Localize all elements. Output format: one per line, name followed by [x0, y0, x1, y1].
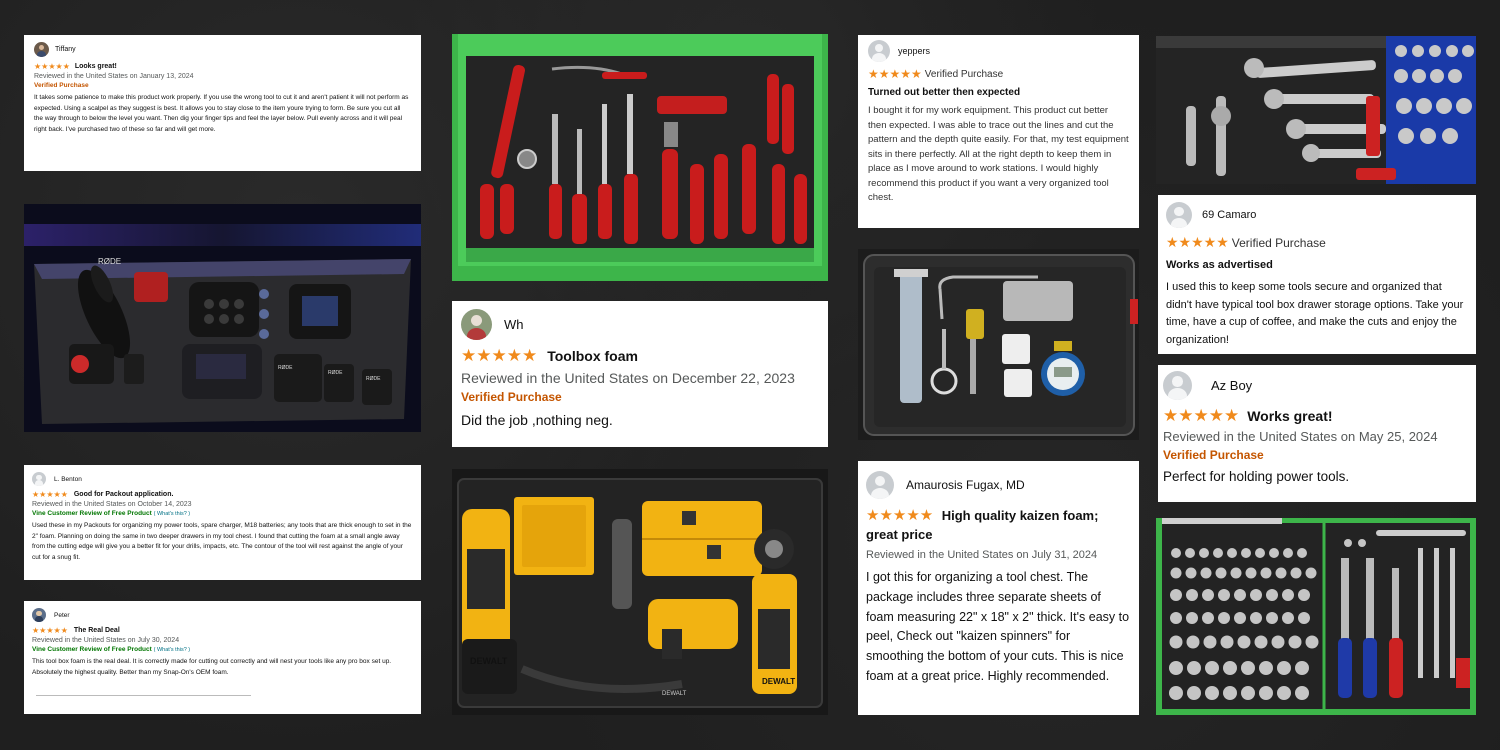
review-title[interactable]: Works great!	[1247, 408, 1332, 424]
review-card-peter: Peter ★★★★★ The Real Deal Reviewed in th…	[24, 601, 421, 714]
avatar[interactable]	[461, 309, 492, 340]
review-date: Reviewed in the United States on July 31…	[866, 549, 1098, 561]
divider	[36, 695, 251, 696]
review-card-benton: L. Benton ★★★★★ Good for Packout applica…	[24, 465, 421, 580]
rode-drawer-image: RØDE RØDE RØDE RØDE	[24, 204, 421, 432]
photo-power-tools-case: DEWALT DEWALT DEWALT	[452, 469, 828, 715]
verified-badge: Verified Purchase	[924, 68, 1004, 80]
review-title[interactable]: Good for Packout application.	[74, 491, 174, 498]
review-body: It takes some patience to make this prod…	[34, 94, 409, 133]
rode-label-2: RØDE	[278, 365, 293, 371]
review-card-yeppers: yeppers ★★★★★ Verified Purchase Turned o…	[858, 35, 1139, 228]
review-card-tiffany: Tiffany ★★★★★ Looks great! Reviewed in t…	[24, 35, 421, 171]
review-date: Reviewed in the United States on July 30…	[32, 637, 180, 644]
rating-stars: ★★★★★	[461, 346, 538, 365]
review-body: Perfect for holding power tools.	[1163, 469, 1350, 484]
avatar[interactable]	[1163, 371, 1192, 400]
avatar[interactable]	[866, 471, 894, 499]
review-body: Used these in my Packouts for organizing…	[32, 522, 412, 561]
reviewer-name[interactable]: 69 Camaro	[1202, 209, 1256, 221]
verified-badge: Verified Purchase	[461, 390, 562, 404]
review-card-amaurosis: Amaurosis Fugax, MD ★★★★★ High quality k…	[858, 461, 1139, 715]
review-card-azboy: Az Boy ★★★★★ Works great! Reviewed in th…	[1158, 365, 1476, 502]
review-card-camaro: 69 Camaro ★★★★★ Verified Purchase Works …	[1158, 195, 1476, 354]
dewalt-label-3: DEWALT	[662, 691, 687, 697]
whats-this-link[interactable]: ( What's this? )	[154, 511, 191, 517]
review-date: Reviewed in the United States on October…	[32, 501, 192, 508]
reviewer-name[interactable]: L. Benton	[54, 476, 82, 483]
review-body: I used this to keep some tools secure an…	[1166, 281, 1464, 346]
photo-rode-drawer: RØDE RØDE RØDE RØDE	[24, 204, 421, 432]
reviewer-name[interactable]: Az Boy	[1211, 378, 1252, 393]
reviewer-name[interactable]: Wh	[504, 317, 524, 332]
review-title[interactable]: Toolbox foam	[547, 348, 638, 364]
rating-stars: ★★★★★	[1166, 234, 1229, 250]
photo-ratchets-drawer	[1156, 36, 1476, 184]
review-date: Reviewed in the United States on May 25,…	[1163, 429, 1438, 444]
review-body: I got this for organizing a tool chest. …	[866, 570, 1130, 683]
review-title[interactable]: Looks great!	[75, 63, 117, 70]
review-date: Reviewed in the United States on Decembe…	[461, 370, 795, 386]
test-equipment-image	[858, 249, 1139, 440]
verified-badge: Verified Purchase	[1231, 235, 1326, 250]
review-body: Did the job ,nothing neg.	[461, 412, 613, 428]
photo-test-equipment-case	[858, 249, 1139, 440]
review-body: This tool box foam is the real deal. It …	[32, 658, 392, 676]
ratchets-image	[1156, 36, 1476, 184]
avatar[interactable]	[34, 42, 49, 57]
rode-label-3: RØDE	[328, 370, 343, 376]
avatar[interactable]	[1166, 202, 1192, 228]
photo-hand-tools-drawer	[452, 34, 828, 281]
vine-badge: Vine Customer Review of Free Product	[32, 646, 152, 653]
verified-badge: Verified Purchase	[34, 82, 89, 89]
dewalt-label-1: DEWALT	[470, 656, 508, 666]
rating-stars: ★★★★★	[32, 490, 68, 499]
whats-this-link[interactable]: ( What's this? )	[154, 647, 191, 653]
rode-label-4: RØDE	[366, 376, 381, 382]
avatar[interactable]	[868, 40, 890, 62]
avatar[interactable]	[32, 608, 46, 622]
review-card-wh: Wh ★★★★★ Toolbox foam Reviewed in the Un…	[452, 301, 828, 447]
review-body: I bought it for my work equipment. This …	[868, 105, 1129, 203]
rode-label-1: RØDE	[98, 257, 121, 266]
reviewer-name[interactable]: Tiffany	[55, 46, 76, 53]
vine-badge: Vine Customer Review of Free Product	[32, 510, 152, 517]
review-title[interactable]: The Real Deal	[74, 627, 120, 634]
sockets-image	[1156, 518, 1476, 715]
photo-sockets-drawer	[1156, 518, 1476, 715]
rating-stars: ★★★★★	[34, 62, 70, 71]
verified-badge: Verified Purchase	[1163, 448, 1264, 462]
avatar[interactable]	[32, 472, 46, 486]
review-date: Reviewed in the United States on January…	[34, 73, 194, 80]
rating-stars: ★★★★★	[868, 67, 922, 81]
reviewer-name[interactable]: Amaurosis Fugax, MD	[906, 478, 1025, 492]
power-tools-image: DEWALT DEWALT DEWALT	[452, 469, 828, 715]
hand-tools-image	[452, 34, 828, 281]
review-title[interactable]: Works as advertised	[1166, 259, 1468, 271]
rating-stars: ★★★★★	[1163, 406, 1240, 425]
review-title[interactable]: Turned out better then expected	[868, 87, 1129, 98]
rating-stars: ★★★★★	[32, 626, 68, 635]
reviewer-name[interactable]: yeppers	[898, 46, 930, 56]
rating-stars: ★★★★★	[866, 507, 934, 524]
dewalt-label-2: DEWALT	[762, 677, 795, 686]
reviewer-name[interactable]: Peter	[54, 612, 70, 619]
